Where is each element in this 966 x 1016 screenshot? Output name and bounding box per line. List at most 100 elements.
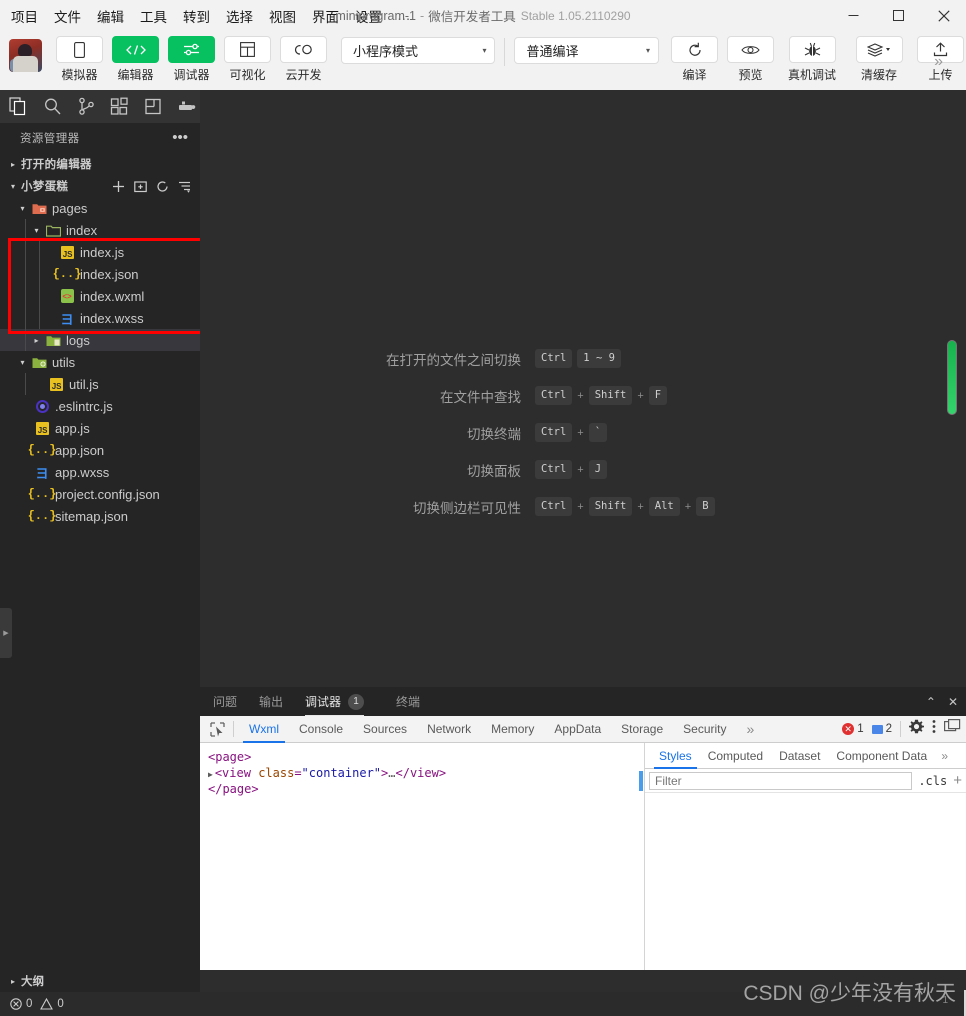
dom-line-page-close[interactable]: </page> <box>208 781 644 797</box>
maximize-button[interactable] <box>876 0 921 31</box>
menu-item-edit[interactable]: 编辑 <box>96 4 125 28</box>
extensions-icon[interactable] <box>107 93 133 120</box>
menu-overflow[interactable]: … <box>397 8 411 23</box>
toolbar-realdevice-button[interactable]: 真机调试 <box>781 36 843 83</box>
toolbar-preview-button[interactable]: 预览 <box>725 36 776 83</box>
styles-tabs-overflow[interactable]: » <box>941 749 948 763</box>
sidebar-scroll-handle[interactable]: ▶ <box>0 608 12 658</box>
wxml-dom-tree[interactable]: <page> ▶ <view class="container">…</view>… <box>200 743 645 970</box>
section-project[interactable]: ▾ 小梦蛋糕 <box>0 175 200 197</box>
menu-item-settings[interactable]: 设置 <box>354 4 383 28</box>
error-count[interactable]: ✕ 1 <box>842 723 864 735</box>
devtools-tab-console[interactable]: Console <box>289 716 353 743</box>
styles-tab-dataset[interactable]: Dataset <box>771 743 828 769</box>
menu-item-project[interactable]: 项目 <box>10 4 39 28</box>
dom-line-view[interactable]: ▶ <view class="container">…</view> <box>208 765 644 781</box>
key-plus-3: + <box>577 426 584 439</box>
panel-close-icon[interactable]: ✕ <box>948 695 958 709</box>
more-vertical-icon[interactable] <box>932 719 936 739</box>
close-button[interactable] <box>921 0 966 31</box>
compile-select[interactable]: 普通编译 ▾ <box>514 37 659 64</box>
devtools-tab-wxml[interactable]: Wxml <box>239 716 289 743</box>
styles-tab-component-data[interactable]: Component Data <box>828 743 935 769</box>
dock-panel-icon[interactable] <box>944 719 961 739</box>
devtools-status-area: ✕ 1 2 <box>842 719 961 739</box>
styles-tab-styles[interactable]: Styles <box>651 743 700 769</box>
panel-tab-debugger[interactable]: 调试器 1 <box>305 687 365 716</box>
panel-tab-problems[interactable]: 问题 <box>213 687 237 716</box>
add-rule-button[interactable]: + <box>953 772 962 789</box>
panel-collapse-icon[interactable]: ⌃ <box>926 695 936 709</box>
mode-select[interactable]: 小程序模式 ▾ <box>341 37 496 64</box>
menu-item-goto[interactable]: 转到 <box>182 4 211 28</box>
section-open-editors[interactable]: ▸ 打开的编辑器 <box>0 153 200 175</box>
tree-item-util-js[interactable]: JS util.js <box>0 373 200 395</box>
tree-item-index-js[interactable]: JS index.js <box>0 241 200 263</box>
devtools-tab-storage[interactable]: Storage <box>611 716 673 743</box>
tree-item-app-wxss[interactable]: ヨ app.wxss <box>0 461 200 483</box>
refresh-explorer-button[interactable] <box>156 180 169 193</box>
wxml-icon: <> <box>57 289 77 303</box>
styles-tab-computed[interactable]: Computed <box>700 743 771 769</box>
collapse-all-button[interactable] <box>178 180 191 193</box>
devtools-tab-sources[interactable]: Sources <box>353 716 417 743</box>
devtools-tabs-overflow[interactable]: » <box>737 716 765 743</box>
panel-tab-terminal[interactable]: 终端 <box>396 687 420 716</box>
tree-item-project-config-json[interactable]: {..} project.config.json <box>0 483 200 505</box>
new-folder-button[interactable] <box>134 180 147 193</box>
toolbar-overflow-button[interactable]: » <box>934 53 943 71</box>
dom-line-page-open[interactable]: <page> <box>208 749 644 765</box>
avatar[interactable] <box>9 39 42 72</box>
inspect-element-icon[interactable] <box>204 718 230 740</box>
menu-item-file[interactable]: 文件 <box>53 4 82 28</box>
devtools-tab-appdata[interactable]: AppData <box>544 716 611 743</box>
toolbar-compile-button[interactable]: 编译 <box>669 36 720 83</box>
tree-item-app-js[interactable]: JS app.js <box>0 417 200 439</box>
source-control-icon[interactable] <box>73 93 99 120</box>
menu-item-tools[interactable]: 工具 <box>139 4 168 28</box>
tree-item-utils[interactable]: ▾ utils <box>0 351 200 373</box>
devtools-tab-memory[interactable]: Memory <box>481 716 544 743</box>
tree-item-index-wxss[interactable]: ヨ index.wxss <box>0 307 200 329</box>
editor-scrollbar-indicator[interactable] <box>947 340 957 415</box>
devtools-tab-security[interactable]: Security <box>673 716 736 743</box>
outline-header[interactable]: ▸ 大纲 <box>0 970 200 992</box>
gear-icon[interactable] <box>909 719 924 739</box>
menu-item-view[interactable]: 视图 <box>268 4 297 28</box>
toolbar-editor-button[interactable]: 编辑器 <box>110 36 161 83</box>
search-icon[interactable] <box>40 93 66 120</box>
docker-icon[interactable] <box>174 93 200 120</box>
panel-tab-output-label: 输出 <box>259 695 284 709</box>
new-file-button[interactable] <box>112 180 125 193</box>
tree-item-index-wxml[interactable]: <> index.wxml <box>0 285 200 307</box>
tree-item-pages[interactable]: ▾ pages <box>0 197 200 219</box>
tree-item-index-folder[interactable]: ▾ index <box>0 219 200 241</box>
explorer-icon[interactable] <box>6 93 32 120</box>
styles-tab-styles-label: Styles <box>659 748 692 763</box>
save-layout-icon[interactable] <box>141 93 167 120</box>
tree-item-sitemap-json[interactable]: {..} sitemap.json <box>0 505 200 527</box>
toolbar-debugger-button[interactable]: 调试器 <box>166 36 217 83</box>
status-problems[interactable]: 0 0 <box>10 998 64 1010</box>
panel-tab-output[interactable]: 输出 <box>259 687 283 716</box>
cls-toggle-button[interactable]: .cls <box>918 774 947 788</box>
toolbar-clearcache-button[interactable]: 清缓存 <box>848 36 910 83</box>
minimize-button[interactable] <box>831 0 876 31</box>
expand-triangle-icon[interactable]: ▶ <box>208 770 213 779</box>
tree-item-index-json[interactable]: {..} index.json <box>0 263 200 285</box>
menu-item-ui[interactable]: 界面 <box>311 4 340 28</box>
explorer-more-icon[interactable]: ••• <box>172 130 188 145</box>
tree-item-eslintrc[interactable]: .eslintrc.js <box>0 395 200 417</box>
dom-scrollbar[interactable] <box>639 771 643 791</box>
message-count[interactable]: 2 <box>871 723 892 735</box>
styles-filter-input[interactable] <box>649 771 913 790</box>
menu-bar: 项目 文件 编辑 工具 转到 选择 视图 界面 设置 … <box>0 4 411 28</box>
menu-item-select[interactable]: 选择 <box>225 4 254 28</box>
toolbar-cloud-button[interactable]: 云开发 <box>278 36 329 83</box>
toolbar-visual-button[interactable]: 可视化 <box>222 36 273 83</box>
devtools-tab-network[interactable]: Network <box>417 716 481 743</box>
eslint-icon <box>32 399 52 413</box>
toolbar-simulator-button[interactable]: 模拟器 <box>54 36 105 83</box>
tree-item-logs[interactable]: ▸ logs <box>0 329 200 351</box>
tree-item-app-json[interactable]: {..} app.json <box>0 439 200 461</box>
